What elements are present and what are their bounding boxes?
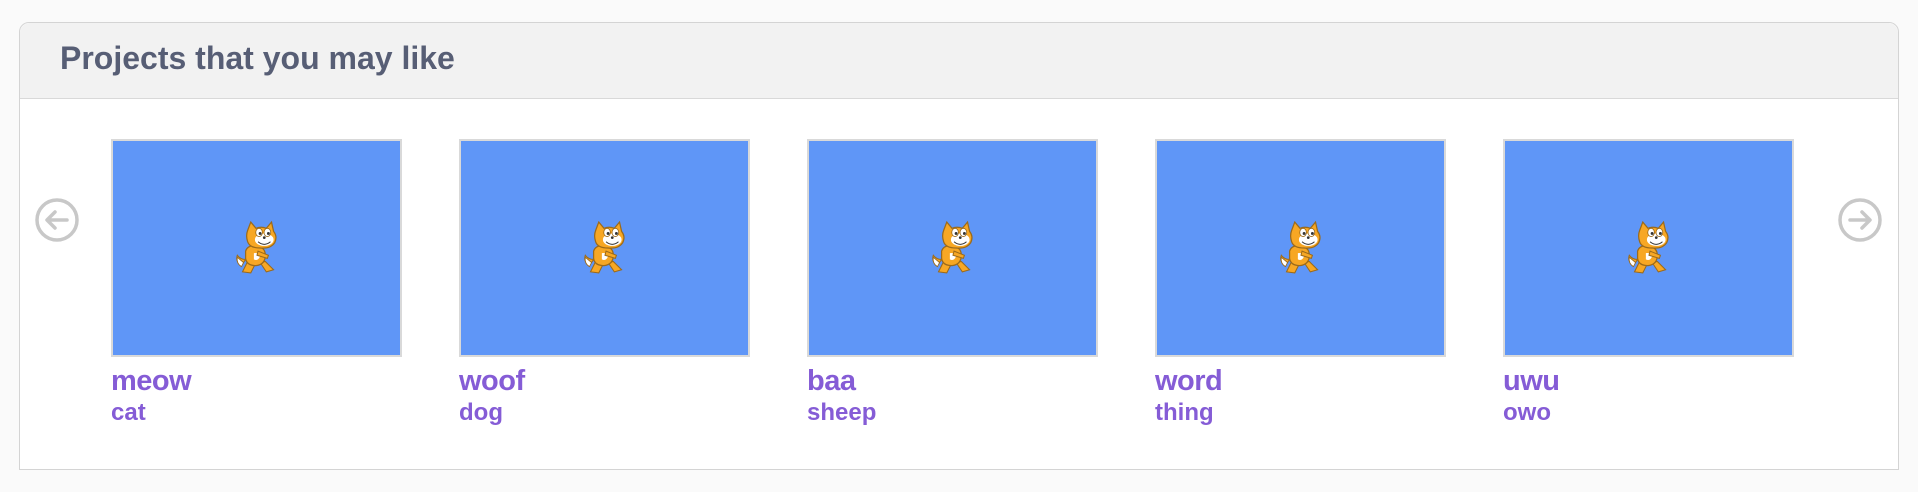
project-title[interactable]: meow — [111, 365, 402, 397]
scratch-cat-icon — [583, 221, 625, 274]
project-thumbnail[interactable]: woof dog — [459, 139, 750, 427]
project-author[interactable]: dog — [459, 399, 750, 427]
project-thumbnail[interactable]: meow cat — [111, 139, 402, 427]
project-thumbnail-image[interactable] — [807, 139, 1098, 357]
project-thumbnail[interactable]: uwu owo — [1503, 139, 1794, 427]
section-header: Projects that you may like — [20, 23, 1898, 99]
project-author[interactable]: cat — [111, 399, 402, 427]
project-thumbnail[interactable]: word thing — [1155, 139, 1446, 427]
carousel-next-button[interactable] — [1837, 197, 1883, 243]
project-author[interactable]: thing — [1155, 399, 1446, 427]
project-author[interactable]: owo — [1503, 399, 1794, 427]
scratch-cat-icon — [931, 221, 973, 274]
arrow-right-circle-icon — [1838, 198, 1882, 242]
project-title[interactable]: baa — [807, 365, 1098, 397]
project-thumbnail-image[interactable] — [1155, 139, 1446, 357]
project-title[interactable]: woof — [459, 365, 750, 397]
arrow-left-circle-icon — [35, 198, 79, 242]
carousel-previous-button[interactable] — [34, 197, 80, 243]
project-thumbnail-list: meow cat woof dog baa sheep word thing u… — [111, 139, 1794, 427]
section-title: Projects that you may like — [60, 40, 455, 76]
scratch-cat-icon — [1627, 221, 1669, 274]
carousel: meow cat woof dog baa sheep word thing u… — [20, 99, 1898, 469]
scratch-cat-icon — [235, 221, 277, 274]
scratch-cat-icon — [1279, 221, 1321, 274]
project-thumbnail-image[interactable] — [111, 139, 402, 357]
project-title[interactable]: word — [1155, 365, 1446, 397]
project-author[interactable]: sheep — [807, 399, 1098, 427]
project-thumbnail-image[interactable] — [459, 139, 750, 357]
project-thumbnail[interactable]: baa sheep — [807, 139, 1098, 427]
projects-you-may-like-section: Projects that you may like meow cat woof — [19, 22, 1899, 470]
project-title[interactable]: uwu — [1503, 365, 1794, 397]
project-thumbnail-image[interactable] — [1503, 139, 1794, 357]
